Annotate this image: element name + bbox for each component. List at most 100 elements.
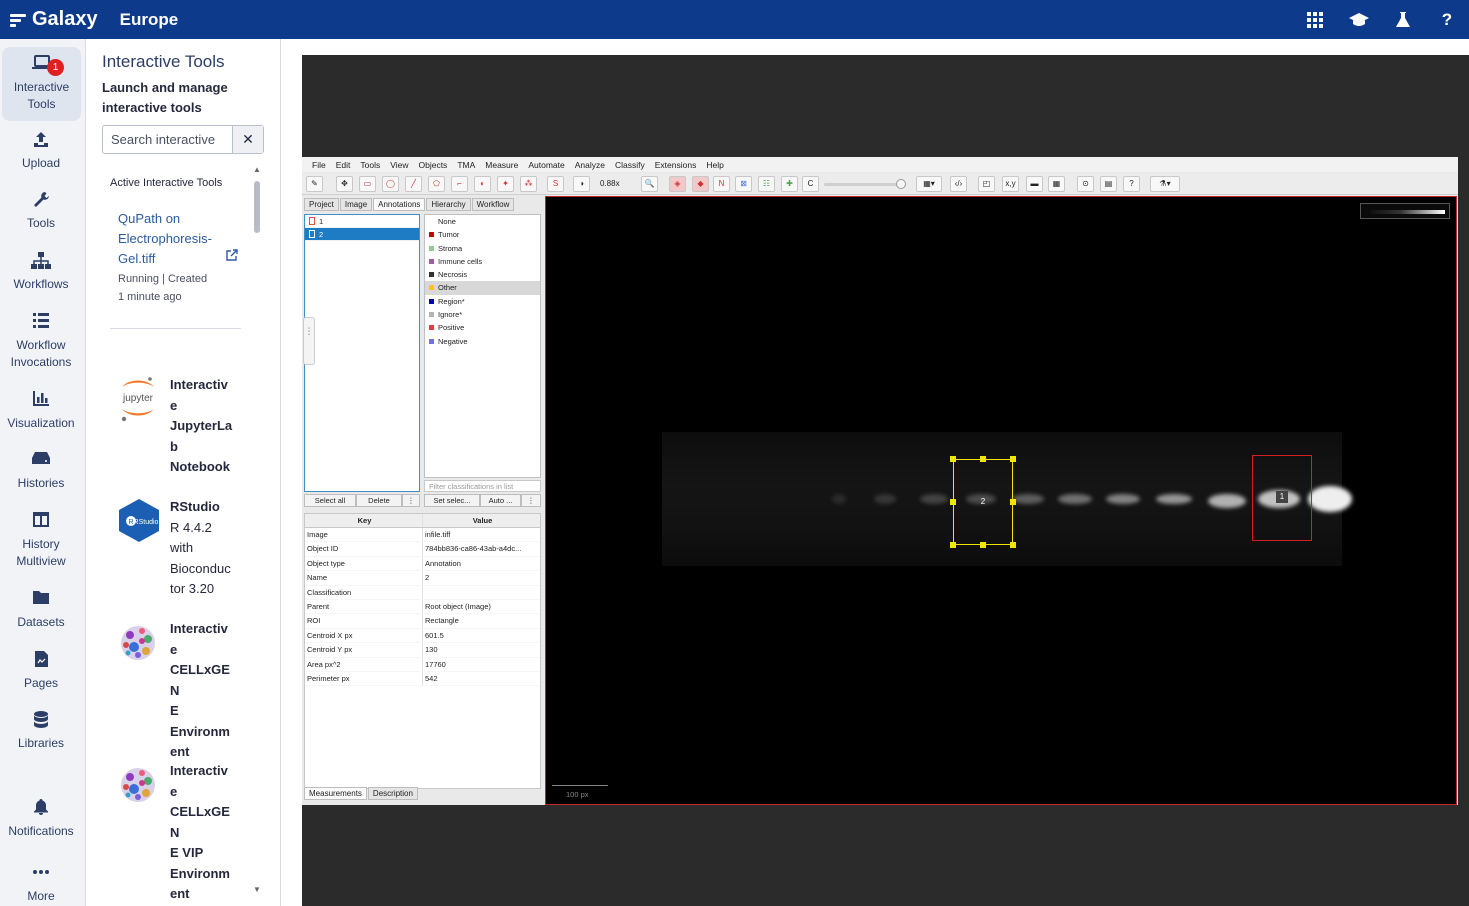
line-tool-icon[interactable]: ╱ <box>405 176 422 192</box>
rectangle-tool-icon[interactable]: ▭ <box>359 176 376 192</box>
class-row[interactable]: Necrosis <box>425 268 540 281</box>
menu-file[interactable]: File <box>312 160 326 170</box>
tab-annotations[interactable]: Annotations <box>373 198 426 211</box>
tab-measurements[interactable]: Measurements <box>304 787 367 800</box>
activity-more[interactable]: More <box>0 864 82 905</box>
script-editor-icon[interactable]: ‹/› <box>950 176 967 192</box>
annotation-row-selected[interactable]: 2 <box>305 228 419 241</box>
brush-tool-icon[interactable]: ✎ <box>306 176 323 192</box>
apps-grid-icon[interactable] <box>1293 0 1337 39</box>
roi-handle[interactable] <box>980 456 986 462</box>
class-row[interactable]: Ignore* <box>425 308 540 321</box>
menu-tma[interactable]: TMA <box>457 160 475 170</box>
menu-help[interactable]: Help <box>706 160 723 170</box>
tab-image[interactable]: Image <box>339 198 373 211</box>
delete-button[interactable]: Delete <box>356 494 402 507</box>
grid-toggle-icon[interactable]: ▦ <box>1048 176 1065 192</box>
menu-automate[interactable]: Automate <box>528 160 564 170</box>
clear-search-button[interactable]: ✕ <box>232 126 263 153</box>
menu-view[interactable]: View <box>390 160 408 170</box>
roi-handle[interactable] <box>1010 456 1016 462</box>
zoom-fit-icon[interactable]: 🔍 <box>641 176 658 192</box>
points-tool-icon[interactable]: ⁂ <box>520 176 537 192</box>
class-more-button[interactable]: ⋮ <box>521 494 541 507</box>
class-row[interactable]: Stroma <box>425 242 540 255</box>
image-overview-thumbnail[interactable] <box>1360 203 1450 219</box>
activity-workflow-invocations[interactable]: Workflow Invocations <box>0 313 82 371</box>
search-input[interactable]: Search interactive <box>103 126 232 153</box>
image-viewer[interactable]: 2 1 100 px <box>545 196 1457 805</box>
show-tma-icon[interactable]: ⊠ <box>735 176 752 192</box>
roi-handle[interactable] <box>1010 542 1016 548</box>
activity-upload[interactable]: Upload <box>0 131 82 172</box>
tab-description[interactable]: Description <box>367 787 418 800</box>
annotation-row[interactable]: 1 <box>305 215 419 228</box>
class-row[interactable]: Negative <box>425 335 540 348</box>
ellipse-tool-icon[interactable]: ◯ <box>382 176 399 192</box>
polyline-tool-icon[interactable]: ⌐ <box>451 176 468 192</box>
fill-annotations-icon[interactable]: ◆ <box>692 176 709 192</box>
activity-visualization[interactable]: Visualization <box>0 391 82 432</box>
scroll-down-icon[interactable]: ▼ <box>253 885 261 894</box>
class-row-selected[interactable]: Other <box>425 281 540 295</box>
activity-pages[interactable]: Pages <box>0 651 82 692</box>
tab-workflow[interactable]: Workflow <box>471 198 515 211</box>
menu-classify[interactable]: Classify <box>615 160 645 170</box>
menu-edit[interactable]: Edit <box>336 160 351 170</box>
panel-scrollbar[interactable]: ▲ ▼ <box>251 165 263 905</box>
selection-mode-icon[interactable]: S <box>547 176 564 192</box>
key-column-header[interactable]: Key <box>305 514 423 527</box>
activity-interactive-tools[interactable]: 1 Interactive Tools <box>2 47 81 121</box>
opacity-slider-knob[interactable] <box>896 179 906 189</box>
class-filter-input[interactable]: Filter classifications in list <box>424 480 541 492</box>
class-row[interactable]: Immune cells <box>425 255 540 268</box>
roi-handle[interactable] <box>950 499 956 505</box>
menu-extensions[interactable]: Extensions <box>655 160 697 170</box>
brush-annotation-icon[interactable]: ◐ <box>474 176 491 192</box>
cursor-location-icon[interactable]: x,y <box>1002 176 1019 192</box>
menu-measure[interactable]: Measure <box>485 160 518 170</box>
show-detections-icon[interactable]: ☷ <box>758 176 775 192</box>
extensions-dropdown-icon[interactable]: ⚗▾ <box>1150 176 1180 192</box>
activity-history-multiview[interactable]: History Multiview <box>0 512 82 570</box>
brand-link[interactable]: Galaxy <box>10 8 98 31</box>
roi-handle[interactable] <box>950 456 956 462</box>
activity-libraries[interactable]: Libraries <box>0 711 82 752</box>
wand-tool-icon[interactable]: ✦ <box>497 176 514 192</box>
graduation-cap-icon[interactable] <box>1337 0 1381 39</box>
contrast-icon[interactable]: ◑ <box>573 176 590 192</box>
view-grid-dropdown-icon[interactable]: ▦▾ <box>916 176 942 192</box>
activity-workflows[interactable]: Workflows <box>0 252 82 293</box>
roi-handle[interactable] <box>980 542 986 548</box>
menu-tools[interactable]: Tools <box>360 160 380 170</box>
scroll-up-icon[interactable]: ▲ <box>253 165 261 174</box>
set-selected-class-button[interactable]: Set selec... <box>424 494 480 507</box>
external-link-icon[interactable] <box>226 249 238 264</box>
activity-tools[interactable]: Tools <box>0 191 82 232</box>
collapse-handle[interactable]: ⋮ <box>303 317 315 365</box>
scrollbar-thumb[interactable] <box>254 181 260 233</box>
fill-detections-icon[interactable]: ✚ <box>781 176 798 192</box>
menu-objects[interactable]: Objects <box>418 160 447 170</box>
class-row[interactable]: Tumor <box>425 228 540 241</box>
measurement-table-icon[interactable]: ▤ <box>1100 176 1117 192</box>
class-row[interactable]: Positive <box>425 321 540 334</box>
polygon-tool-icon[interactable]: ⬠ <box>428 176 445 192</box>
log-icon[interactable]: ⊙ <box>1077 176 1094 192</box>
overview-toggle-icon[interactable]: ◰ <box>978 176 995 192</box>
class-row[interactable]: None <box>425 215 540 228</box>
activity-notifications[interactable]: Notifications <box>0 799 82 840</box>
class-row[interactable]: Region* <box>425 295 540 308</box>
tab-hierarchy[interactable]: Hierarchy <box>426 198 471 211</box>
annotation-more-button[interactable]: ⋮ <box>402 494 420 507</box>
show-annotations-icon[interactable]: ◈ <box>669 176 686 192</box>
roi-handle[interactable] <box>1010 499 1016 505</box>
value-column-header[interactable]: Value <box>423 514 540 527</box>
activity-histories[interactable]: Histories <box>0 451 82 492</box>
auto-set-button[interactable]: Auto ... <box>480 494 521 507</box>
help-icon[interactable]: ? <box>1123 176 1140 192</box>
menu-analyze[interactable]: Analyze <box>575 160 605 170</box>
tab-project[interactable]: Project <box>304 198 339 211</box>
help-icon[interactable]: ? <box>1425 0 1469 39</box>
select-all-button[interactable]: Select all <box>304 494 356 507</box>
